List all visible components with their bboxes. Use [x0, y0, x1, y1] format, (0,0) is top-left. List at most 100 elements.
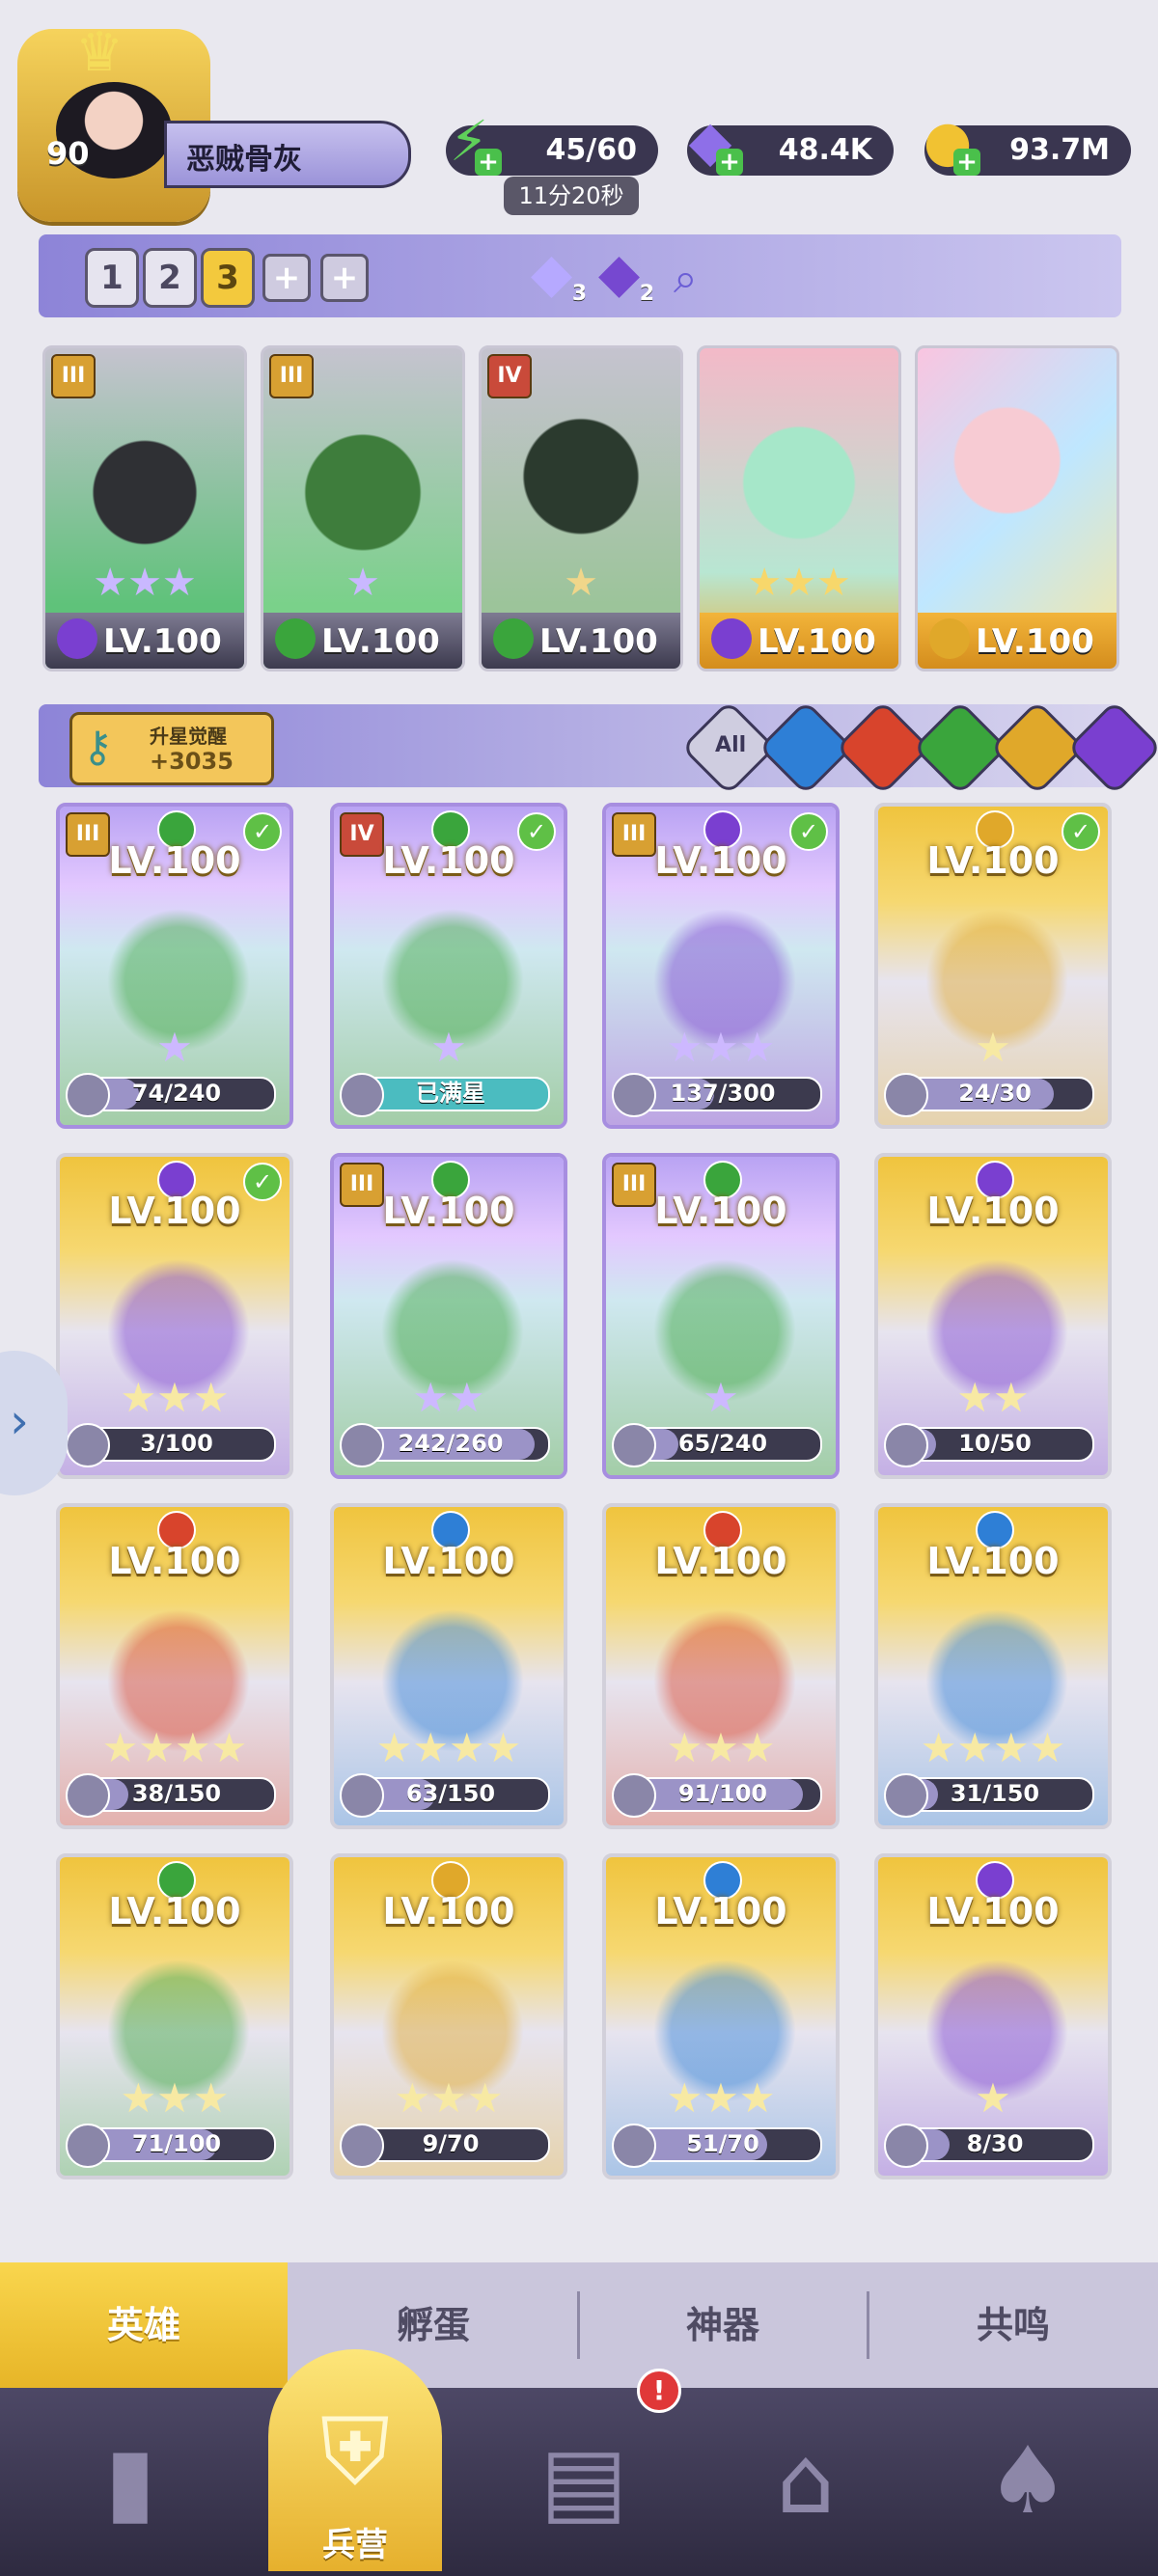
player-name-bar[interactable]: 恶贼骨灰: [164, 121, 411, 188]
player-level: 90: [46, 135, 90, 172]
shard-icon: [340, 1773, 384, 1818]
level-bar: LV.100: [45, 613, 244, 669]
team-slot-level: LV.100: [758, 622, 876, 661]
shard-icon: [66, 1073, 110, 1117]
filter-dark-icon[interactable]: [1066, 699, 1158, 796]
shard-icon: [66, 1423, 110, 1467]
add-coins-button[interactable]: +: [953, 149, 980, 176]
hero-card[interactable]: LV.100 ★★★ 91/100: [602, 1503, 840, 1829]
shard-icon: [884, 1073, 928, 1117]
hero-card[interactable]: ✓ LV.100 ★★★ 3/100: [56, 1153, 293, 1479]
hero-card[interactable]: LV.100 ★★★ 71/100: [56, 1853, 293, 2179]
team-gem-1[interactable]: ◆ 3: [531, 242, 589, 310]
crystal-icon: ◆: [531, 242, 573, 305]
hero-card[interactable]: LV.100 ★★★ 51/70: [602, 1853, 840, 2179]
alert-badge: !: [637, 2369, 681, 2413]
team-2-button[interactable]: 2: [143, 248, 197, 308]
add-team-button[interactable]: +: [262, 254, 311, 302]
team-slot-1[interactable]: III ★★★ LV.100: [42, 345, 247, 671]
hero-card[interactable]: LV.100 ★★★★ 63/150: [330, 1503, 567, 1829]
nav-map[interactable]: ▤: [511, 2417, 656, 2552]
hero-level: LV.100: [108, 1190, 241, 1232]
energy-value: 45/60: [545, 133, 637, 167]
awaken-value: +3035: [150, 748, 234, 775]
team-slot-5[interactable]: LV.100: [915, 345, 1119, 671]
tab-resonance[interactable]: 共鸣: [868, 2262, 1158, 2388]
hero-level: LV.100: [654, 839, 787, 882]
shard-icon: [66, 1773, 110, 1818]
star-rating: ★: [345, 561, 380, 605]
nav-mushroom-house[interactable]: ♠: [955, 2417, 1100, 2552]
hero-level: LV.100: [654, 1890, 787, 1932]
shard-icon: [340, 2124, 384, 2168]
knight-helmet-icon: ⛨: [320, 2398, 390, 2506]
key-icon: ⚷: [82, 723, 114, 772]
sub-tab-bar: 英雄 孵蛋 神器 共鸣: [0, 2262, 1158, 2388]
hero-level: LV.100: [654, 1540, 787, 1582]
awaken-title: 升星觉醒: [150, 725, 227, 748]
moon-gem-icon: ◆: [598, 242, 641, 305]
hero-card[interactable]: III LV.100 ★★ 242/260: [330, 1153, 567, 1479]
tab-artifacts[interactable]: 神器: [579, 2262, 867, 2388]
nav-cards[interactable]: ▮: [58, 2417, 203, 2552]
star-awaken-button[interactable]: ⚷ 升星觉醒 +3035: [69, 712, 274, 785]
hero-card[interactable]: LV.100 ★★★★ 31/150: [874, 1503, 1112, 1829]
hero-card[interactable]: LV.100 ★★★★ 38/150: [56, 1503, 293, 1829]
filter-light-icon[interactable]: [989, 699, 1086, 796]
dark-element-icon: [57, 618, 97, 659]
team-slot-4[interactable]: ★★★ LV.100: [697, 345, 901, 671]
map-book-icon: ▤: [539, 2426, 628, 2535]
shard-icon: [612, 2124, 656, 2168]
star-rating: ★★★: [120, 2074, 230, 2122]
hero-level: LV.100: [926, 1890, 1060, 1932]
team-3-button[interactable]: 3: [201, 248, 255, 308]
castle-icon: ⌂: [776, 2426, 836, 2535]
team-slot-3[interactable]: IV ★ LV.100: [479, 345, 683, 671]
level-bar: LV.100: [263, 613, 462, 669]
filter-water-icon[interactable]: [758, 699, 854, 796]
star-rating: ★: [703, 1374, 739, 1421]
hero-level: LV.100: [108, 839, 241, 882]
filter-fire-icon[interactable]: [835, 699, 931, 796]
hero-card[interactable]: III LV.100 ★ 65/240: [602, 1153, 840, 1479]
light-element-icon: [929, 618, 970, 659]
team-gem-2[interactable]: ◆ 2: [598, 242, 656, 310]
crown-icon: ♛: [75, 21, 124, 84]
hero-level: LV.100: [926, 1540, 1060, 1582]
chevron-right-icon: ›: [10, 1393, 29, 1449]
star-rating: ★: [430, 1024, 467, 1071]
filter-all-button[interactable]: All: [680, 699, 777, 796]
star-rating: ★★★★: [101, 1724, 248, 1771]
star-rating: ★★★: [93, 561, 197, 605]
search-icon[interactable]: ⌕: [674, 254, 698, 303]
hero-card[interactable]: LV.100 ★ 8/30: [874, 1853, 1112, 2179]
hero-card[interactable]: III ✓ LV.100 ★★★ 137/300: [602, 803, 840, 1129]
level-bar: LV.100: [700, 613, 898, 669]
star-rating: ★★: [412, 1374, 485, 1421]
hero-card[interactable]: LV.100 ★★★ 9/70: [330, 1853, 567, 2179]
hero-level: LV.100: [382, 1190, 515, 1232]
team-1-button[interactable]: 1: [85, 248, 139, 308]
star-rating: ★: [975, 2074, 1011, 2122]
add-gems-button[interactable]: +: [716, 149, 743, 176]
add-energy-button[interactable]: +: [475, 149, 502, 176]
hero-card[interactable]: ✓ LV.100 ★ 24/30: [874, 803, 1112, 1129]
filter-nature-icon[interactable]: [912, 699, 1008, 796]
nav-barracks[interactable]: ⛨ 兵营: [268, 2349, 442, 2571]
shard-icon: [884, 2124, 928, 2168]
hero-card[interactable]: IV ✓ LV.100 ★ 已满星: [330, 803, 567, 1129]
coin-counter: ● + 93.7M: [924, 108, 1131, 176]
star-rating: ★★★: [747, 561, 851, 605]
energy-timer: 11分20秒: [504, 177, 639, 215]
star-rating: ★★★: [666, 2074, 776, 2122]
top-bar: ♛ 90 恶贼骨灰 ⚡ + 45/60 11分20秒 ◆ + 48.4K ● +…: [0, 0, 1158, 222]
star-rating: ★: [156, 1024, 193, 1071]
nav-castle[interactable]: ⌂: [733, 2417, 878, 2552]
shard-icon: [66, 2124, 110, 2168]
hero-card[interactable]: III ✓ LV.100 ★ 74/240: [56, 803, 293, 1129]
tab-heroes[interactable]: 英雄: [0, 2262, 288, 2388]
level-bar: LV.100: [482, 613, 680, 669]
team-slot-2[interactable]: III ★ LV.100: [261, 345, 465, 671]
add-team-button-2[interactable]: +: [320, 254, 369, 302]
hero-card[interactable]: LV.100 ★★ 10/50: [874, 1153, 1112, 1479]
